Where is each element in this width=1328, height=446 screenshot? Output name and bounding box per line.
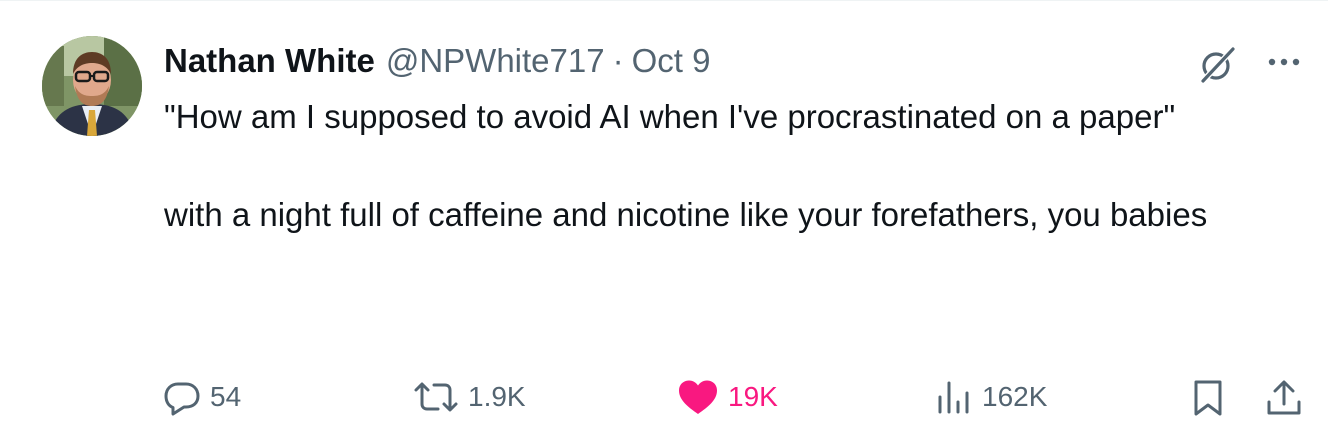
author-name[interactable]: Nathan White bbox=[164, 42, 375, 80]
author-handle[interactable]: @NPWhite717 bbox=[386, 42, 605, 80]
action-bar: 54 1.9K 19K 162K bbox=[0, 372, 1328, 422]
tweet-paragraph: with a night full of caffeine and nicoti… bbox=[164, 196, 1208, 233]
heart-icon bbox=[679, 380, 717, 414]
like-button[interactable]: 19K bbox=[676, 372, 778, 422]
tweet-card: Nathan White @NPWhite717 · Oct 9 "How am… bbox=[0, 0, 1328, 446]
like-count: 19K bbox=[728, 381, 778, 412]
repost-icon bbox=[414, 382, 458, 412]
reply-count: 54 bbox=[210, 381, 242, 412]
grok-button[interactable] bbox=[1196, 42, 1240, 86]
tweet-header: Nathan White @NPWhite717 · Oct 9 bbox=[164, 38, 710, 84]
avatar-photo bbox=[42, 36, 142, 136]
reply-button[interactable]: 54 bbox=[162, 372, 241, 422]
views-icon bbox=[938, 381, 969, 414]
tweet-paragraph: "How am I supposed to avoid AI when I've… bbox=[164, 98, 1176, 135]
tweet-text: "How am I supposed to avoid AI when I've… bbox=[164, 92, 1304, 239]
header-separator: · bbox=[612, 42, 624, 79]
bookmark-icon bbox=[1194, 380, 1222, 416]
grok-icon bbox=[1199, 45, 1237, 85]
views-count: 162K bbox=[982, 381, 1048, 412]
share-icon bbox=[1267, 380, 1301, 415]
bookmark-button[interactable] bbox=[1188, 378, 1228, 423]
share-button[interactable] bbox=[1264, 378, 1304, 423]
views-button[interactable]: 162K bbox=[934, 372, 1047, 422]
more-button[interactable] bbox=[1258, 44, 1308, 80]
more-icon bbox=[1268, 58, 1300, 66]
repost-count: 1.9K bbox=[468, 381, 526, 412]
tweet-date[interactable]: Oct 9 bbox=[632, 42, 711, 80]
avatar[interactable] bbox=[42, 36, 142, 136]
repost-button[interactable]: 1.9K bbox=[412, 372, 526, 422]
reply-icon bbox=[164, 382, 200, 416]
